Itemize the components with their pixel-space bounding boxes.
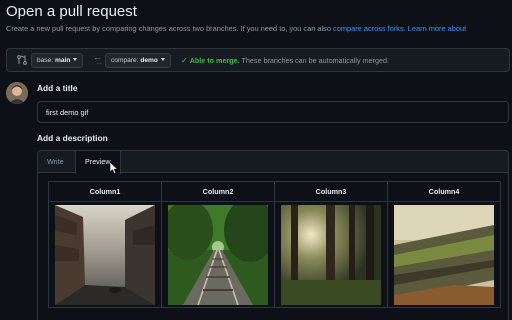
compare-arrows-icon <box>17 55 27 65</box>
page-title: Open a pull request <box>6 3 137 20</box>
table-row <box>48 201 501 308</box>
merge-status-text: These branches can be automatically merg… <box>241 56 389 65</box>
mouse-pointer-icon <box>109 162 118 174</box>
check-icon: ✓ <box>181 56 188 65</box>
compare-prefix: compare: <box>111 57 141 64</box>
base-branch-select[interactable]: base: main <box>31 53 84 68</box>
mossy-log-image <box>394 204 494 305</box>
table-header-cell: Column3 <box>274 181 388 202</box>
page-subtitle: Create a new pull request by comparing c… <box>6 24 466 33</box>
table-cell <box>161 201 275 308</box>
description-label: Add a description <box>37 133 108 143</box>
merge-status: ✓ Able to merge. These branches can be au… <box>181 56 389 65</box>
chevron-down-icon <box>73 58 78 61</box>
table-cell <box>48 201 162 308</box>
preview-table: Column1 Column2 Column3 Column4 <box>48 181 501 308</box>
branch-compare-bar: base: main ← … compare: demo ✓ Able to me… <box>6 48 510 72</box>
description-editor: Write Preview Column1 Column2 Column3 Co… <box>37 150 509 320</box>
base-prefix: base: <box>37 57 55 64</box>
avatar <box>6 82 28 104</box>
table-cell <box>274 201 388 308</box>
tab-write[interactable]: Write <box>38 151 73 173</box>
ellipsis-icon: … <box>96 60 102 66</box>
table-cell <box>387 201 501 308</box>
table-header-cell: Column4 <box>387 181 501 202</box>
merge-status-ok: Able to merge. <box>189 56 240 65</box>
foggy-street-image <box>55 204 155 305</box>
compare-branch-select[interactable]: compare: demo <box>105 53 171 68</box>
title-input[interactable] <box>37 101 509 123</box>
compare-across-forks-link[interactable]: compare across forks. <box>333 24 406 33</box>
forest-sunlight-image <box>281 204 381 305</box>
chevron-down-icon <box>160 58 165 61</box>
subtitle-text: Create a new pull request by comparing c… <box>6 24 334 33</box>
title-label: Add a title <box>37 83 78 93</box>
table-header-cell: Column1 <box>48 181 162 202</box>
table-header-cell: Column2 <box>161 181 275 202</box>
table-header-row: Column1 Column2 Column3 Column4 <box>48 181 501 202</box>
learn-more-link[interactable]: Learn more about <box>408 24 466 33</box>
railroad-tracks-image <box>168 204 268 305</box>
base-branch-name: main <box>54 57 71 64</box>
compare-branch-name: demo <box>140 57 158 64</box>
